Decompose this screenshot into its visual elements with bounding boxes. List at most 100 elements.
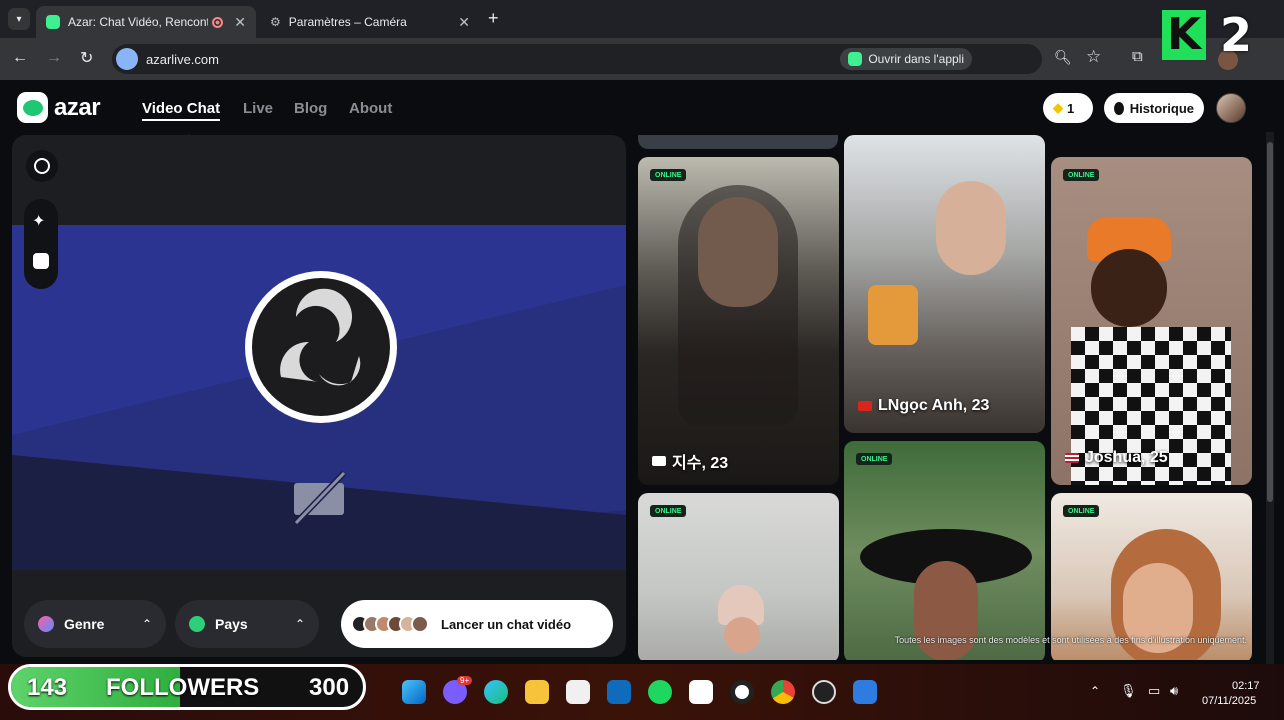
gems-count: 1 bbox=[1067, 100, 1075, 116]
profile-card-partial bbox=[638, 135, 838, 145]
sparkle-effects-icon[interactable]: ✦ bbox=[32, 211, 45, 231]
screen-capture-icon[interactable] bbox=[853, 680, 877, 704]
nav-live[interactable]: Live bbox=[243, 100, 273, 117]
profile-card[interactable]: LNgọc Anh, 23 bbox=[844, 135, 1045, 433]
forward-arrow-icon[interactable]: → bbox=[46, 49, 62, 67]
open-in-app-button[interactable]: Ouvrir dans l'appli bbox=[840, 48, 972, 70]
address-bar[interactable]: azarlive.com Ouvrir dans l'appli bbox=[112, 44, 1042, 74]
online-badge: ONLINE bbox=[650, 505, 687, 517]
obs-logo-icon bbox=[245, 271, 397, 423]
close-tab-icon[interactable]: ✕ bbox=[234, 14, 246, 31]
close-tab-icon[interactable]: ✕ bbox=[458, 14, 470, 31]
new-tab-button[interactable]: + bbox=[488, 8, 499, 29]
obs-icon[interactable] bbox=[812, 680, 836, 704]
spotify-icon[interactable] bbox=[648, 680, 672, 704]
nav-video-chat[interactable]: Video Chat bbox=[142, 100, 221, 121]
user-avatar[interactable] bbox=[1216, 93, 1246, 123]
badge-number: 2 bbox=[1220, 8, 1253, 62]
network-icon[interactable]: ▭ bbox=[1148, 683, 1160, 699]
user-avatars-stack bbox=[351, 615, 429, 633]
profile-card[interactable]: ONLINE bbox=[638, 493, 839, 660]
clock-icon bbox=[1114, 101, 1124, 115]
start-video-chat-button[interactable]: Lancer un chat vidéo bbox=[341, 600, 613, 648]
badge-letter: K bbox=[1162, 10, 1206, 60]
site-info-icon[interactable] bbox=[116, 48, 138, 70]
zoom-icon[interactable]: 🔍︎ bbox=[1054, 49, 1072, 66]
bookmark-star-icon[interactable]: ☆ bbox=[1086, 47, 1101, 67]
chevron-up-icon: ⌃ bbox=[141, 617, 152, 631]
edge-icon[interactable] bbox=[484, 680, 508, 704]
chevron-up-icon[interactable]: ⌃ bbox=[1090, 684, 1100, 698]
flag-vietnam-icon bbox=[858, 401, 872, 411]
globe-icon bbox=[189, 616, 205, 632]
azar-logo-icon bbox=[17, 92, 48, 123]
chevron-up-icon: ⌃ bbox=[294, 617, 305, 631]
url-text: azarlive.com bbox=[146, 51, 219, 67]
genre-icon bbox=[38, 616, 54, 632]
gem-icon: ◆ bbox=[1053, 100, 1063, 115]
extensions-icon[interactable]: ⧉ bbox=[1132, 48, 1143, 65]
flag-usa-icon bbox=[1065, 453, 1079, 463]
azar-site: azar Video Chat Live Blog About ◆ 1 Hist… bbox=[0, 80, 1284, 672]
genre-label: Genre bbox=[64, 616, 105, 632]
online-badge: ONLINE bbox=[1063, 505, 1100, 517]
video-panel: ✦ Genre ⌃ Pays ⌃ Lancer un chat vidéo bbox=[12, 135, 626, 657]
camera-app-icon[interactable] bbox=[730, 680, 754, 704]
camera-off-icon bbox=[293, 471, 347, 525]
profile-name: LNgọc Anh, 23 bbox=[858, 397, 989, 415]
clock-time[interactable]: 02:17 bbox=[1232, 680, 1260, 692]
profile-card[interactable]: ONLINE Joshua, 25 bbox=[1051, 157, 1252, 485]
reload-icon[interactable]: ↻ bbox=[80, 48, 93, 68]
start-video-chat-label: Lancer un chat vidéo bbox=[441, 616, 572, 632]
face-filter-icon[interactable] bbox=[33, 253, 49, 269]
tab-settings[interactable]: ⚙ Paramètres – Caméra ✕ bbox=[260, 6, 480, 38]
volume-icon[interactable]: 🔊︎ bbox=[1170, 683, 1178, 699]
nav-blog[interactable]: Blog bbox=[294, 100, 327, 117]
chrome-icon[interactable] bbox=[771, 680, 795, 704]
expand-button[interactable] bbox=[26, 150, 58, 182]
gear-icon: ⚙ bbox=[270, 15, 281, 29]
country-label: Pays bbox=[215, 616, 248, 632]
profile-card[interactable]: ONLINE 지수, 23 bbox=[638, 157, 839, 485]
country-selector[interactable]: Pays ⌃ bbox=[175, 600, 319, 648]
online-badge: ONLINE bbox=[650, 169, 687, 181]
azar-app-icon[interactable] bbox=[689, 680, 713, 704]
outlook-icon[interactable] bbox=[607, 680, 631, 704]
open-in-app-label: Ouvrir dans l'appli bbox=[868, 52, 964, 66]
recording-icon bbox=[212, 16, 223, 28]
online-badge: ONLINE bbox=[1063, 169, 1100, 181]
clock-date[interactable]: 07/11/2025 bbox=[1202, 695, 1256, 707]
tab-azar[interactable]: Azar: Chat Vidéo, Rencontre ✕ bbox=[36, 6, 256, 38]
azar-app-icon bbox=[848, 52, 863, 66]
back-arrow-icon[interactable]: ← bbox=[12, 49, 28, 67]
online-badge: ONLINE bbox=[856, 453, 893, 465]
followers-goal-bar: 143 FOLLOWERS 300 bbox=[8, 664, 366, 710]
flag-korea-icon bbox=[652, 456, 666, 466]
followers-current: 143 bbox=[27, 674, 68, 701]
tab-search-button[interactable]: ▾ bbox=[8, 8, 30, 30]
video-area bbox=[12, 225, 626, 570]
effects-toolbar: ✦ bbox=[24, 199, 58, 289]
windows-start-icon[interactable] bbox=[402, 680, 426, 704]
file-explorer-icon[interactable] bbox=[525, 680, 549, 704]
profile-card[interactable]: ONLINE bbox=[844, 441, 1045, 660]
microphone-icon[interactable]: 🎙︎ bbox=[1120, 683, 1137, 699]
logo-text: azar bbox=[54, 93, 101, 121]
profile-gallery: ONLINE 지수, 23 LNgọc Anh, 23 ONLINE Joshu… bbox=[637, 135, 1254, 660]
history-button[interactable]: Historique bbox=[1104, 93, 1204, 123]
followers-goal: 300 bbox=[309, 674, 350, 701]
expand-icon bbox=[34, 158, 50, 174]
followers-label: FOLLOWERS bbox=[106, 674, 260, 701]
nav-about[interactable]: About bbox=[349, 100, 392, 117]
azar-logo[interactable]: azar bbox=[17, 92, 101, 123]
gems-button[interactable]: ◆ 1 bbox=[1043, 93, 1093, 123]
illustration-disclaimer: Toutes les images sont des modèles et so… bbox=[894, 635, 1247, 645]
page-scrollbar[interactable] bbox=[1266, 132, 1274, 672]
history-label: Historique bbox=[1129, 100, 1194, 116]
microsoft-store-icon[interactable] bbox=[566, 680, 590, 704]
genre-selector[interactable]: Genre ⌃ bbox=[24, 600, 166, 648]
stream-badge: K 2 bbox=[1162, 10, 1256, 60]
profile-name: 지수, 23 bbox=[652, 449, 728, 473]
tab-title: Paramètres – Caméra bbox=[288, 15, 407, 29]
browser-toolbar: ← → ↻ azarlive.com Ouvrir dans l'appli 🔍… bbox=[0, 38, 1284, 80]
